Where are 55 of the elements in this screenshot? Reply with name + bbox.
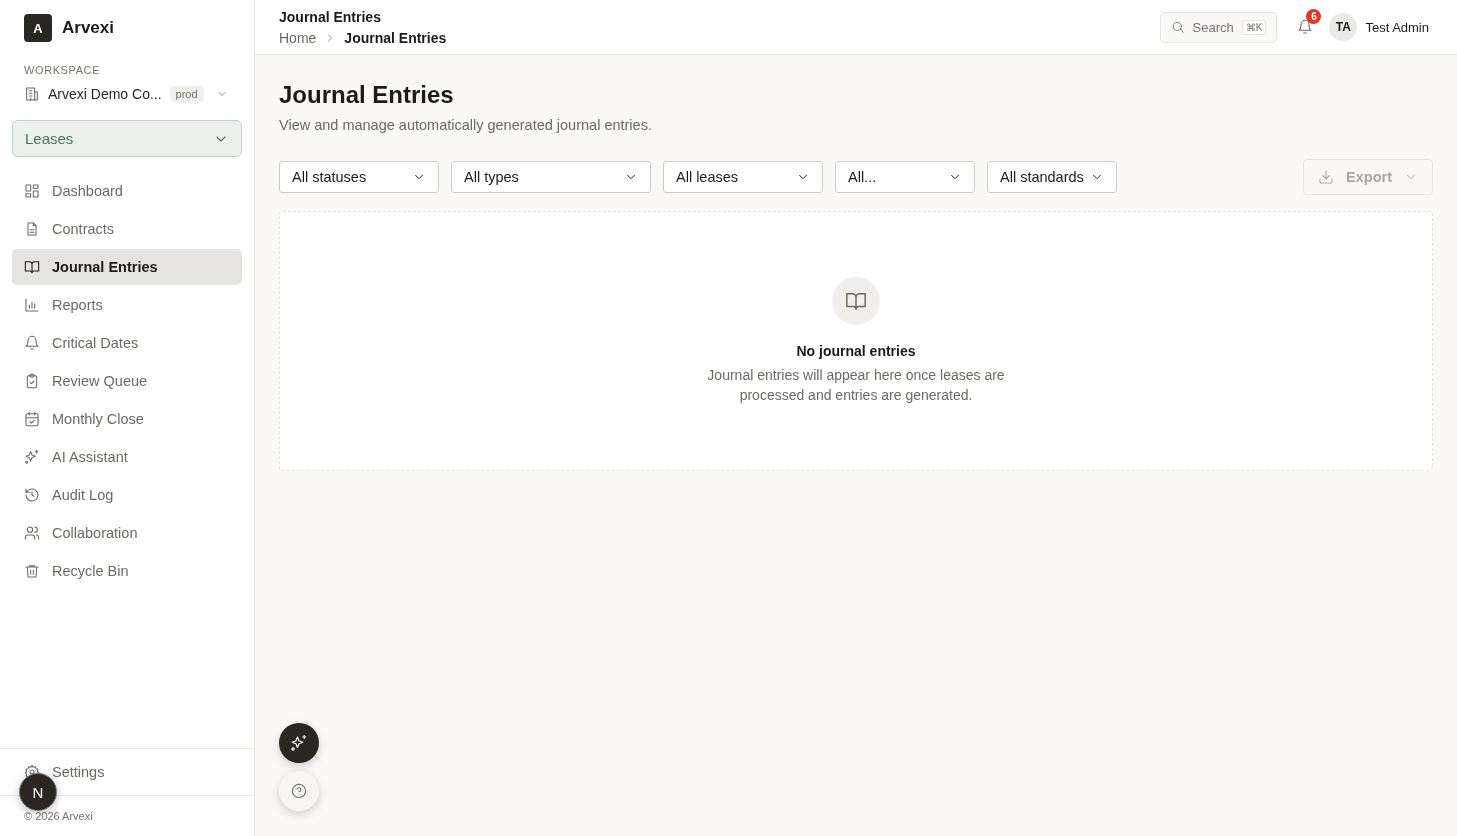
environment-badge: prod xyxy=(169,86,204,102)
copyright-text: © 2026 Arvexi xyxy=(24,810,93,822)
nav-item[interactable]: Journal Entries xyxy=(12,249,242,285)
users-icon xyxy=(24,525,40,541)
clipboard-icon xyxy=(24,373,40,389)
help-button[interactable] xyxy=(279,771,319,811)
filter-select[interactable]: All leases xyxy=(663,161,823,193)
nav-item[interactable]: Collaboration xyxy=(12,515,242,551)
search-field[interactable]: Search ⌘K xyxy=(1159,11,1278,43)
calendar-icon xyxy=(24,411,40,427)
sparkles-icon xyxy=(290,734,308,752)
sparkles-icon xyxy=(24,449,40,465)
empty-state-title: No journal entries xyxy=(796,343,916,359)
book-icon xyxy=(845,290,867,312)
history-icon xyxy=(24,487,40,503)
assistant-button[interactable] xyxy=(279,723,319,763)
nav-item[interactable]: Contracts xyxy=(12,211,242,247)
shortcut-hint: ⌘K xyxy=(1241,19,1267,35)
building-icon xyxy=(24,86,40,102)
brand-name: Arvexi xyxy=(62,18,114,38)
grid-icon xyxy=(24,183,40,199)
workspace-label: WORKSPACE xyxy=(24,64,102,76)
filter-select[interactable]: All statuses xyxy=(279,161,439,193)
brand-logo: A xyxy=(24,14,52,42)
filter-select[interactable]: All standards xyxy=(987,161,1117,193)
bell-icon xyxy=(1297,19,1314,35)
search-icon xyxy=(1170,20,1185,34)
nav-item[interactable]: Monthly Close xyxy=(12,401,242,437)
document-icon xyxy=(24,221,40,237)
breadcrumb-item[interactable]: Home xyxy=(279,29,317,46)
download-icon xyxy=(1318,169,1335,185)
nav-item[interactable]: Audit Log xyxy=(12,477,242,513)
nav-item[interactable]: Dashboard xyxy=(12,173,242,209)
page-title: Journal Entries xyxy=(279,81,455,109)
bar-chart-icon xyxy=(24,297,40,313)
bell-icon xyxy=(24,335,40,351)
nav-item[interactable]: Reports xyxy=(12,287,242,323)
book-icon xyxy=(24,259,40,275)
header-title: Journal Entries xyxy=(279,8,382,25)
page-subtitle: View and manage automatically generated journal entries. xyxy=(279,117,653,133)
filter-select[interactable]: All... xyxy=(835,161,975,193)
module-select[interactable]: Leases xyxy=(12,120,242,157)
user-avatar[interactable]: TA xyxy=(1329,13,1358,41)
filter-select[interactable]: All types xyxy=(451,161,651,193)
nav-item[interactable]: Recycle Bin xyxy=(12,553,242,589)
nav-item[interactable]: Review Queue xyxy=(12,363,242,399)
nav-item[interactable]: AI Assistant xyxy=(12,439,242,475)
workspace-name[interactable]: Arvexi Demo Co... xyxy=(48,86,162,102)
empty-state-message: Journal entries will appear here once leases are processed and entries are generated. xyxy=(706,366,1006,405)
trash-icon xyxy=(24,563,40,579)
user-name[interactable]: Test Admin xyxy=(1365,19,1429,35)
breadcrumb-item: Journal Entries xyxy=(344,29,447,46)
nav-item[interactable]: Critical Dates xyxy=(12,325,242,361)
notification-count: 6 xyxy=(1306,9,1322,24)
help-icon xyxy=(291,783,307,799)
